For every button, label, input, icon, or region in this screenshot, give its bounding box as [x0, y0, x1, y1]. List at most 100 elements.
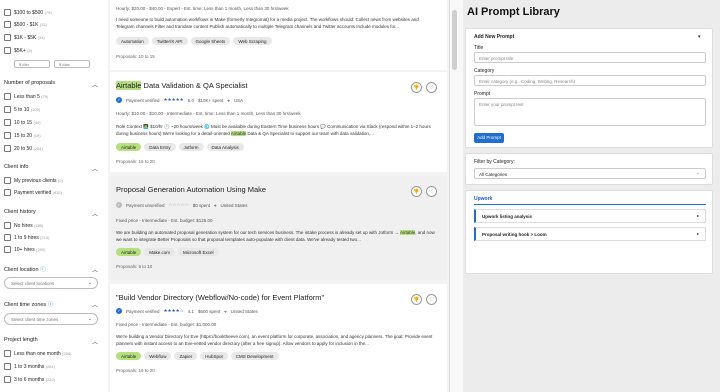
caret-right-icon: ▸	[696, 213, 699, 218]
skill-tag[interactable]: HubSpot	[200, 352, 228, 360]
filter-sidebar: $100 to $500 (79) $500 - $1K (31) $1K - …	[0, 0, 108, 392]
filter-proposals-1[interactable]: Less than 5 (75)	[4, 93, 48, 100]
job-title[interactable]: "Build Vendor Directory (Webflow/No-code…	[116, 293, 324, 302]
checkbox[interactable]	[4, 132, 11, 139]
client-location-select[interactable]: Select client locations ⌄	[4, 277, 98, 289]
filter-project-length-2[interactable]: 1 to 3 months (281)	[4, 363, 55, 370]
add-prompt-button[interactable]: Add Prompt	[474, 133, 504, 143]
chevron-up-icon[interactable]: ︿	[92, 164, 98, 173]
min-input[interactable]: $ Min	[14, 60, 50, 68]
category-input[interactable]: Enter category (e.g., Coding, Writing, R…	[474, 75, 706, 86]
chevron-up-icon[interactable]: ︿	[92, 300, 98, 309]
skill-tag[interactable]: CMS Development	[230, 352, 279, 360]
checkbox[interactable]	[4, 376, 11, 383]
prompt-item[interactable]: Upwork listing analysis ▸	[474, 209, 706, 223]
heart-icon[interactable]: ♡	[426, 82, 437, 93]
skill-tag[interactable]: Zapier	[174, 352, 198, 360]
checkbox[interactable]	[4, 350, 11, 357]
skill-tag[interactable]: Web Scraping	[233, 37, 272, 45]
skill-tag[interactable]: Airtable	[116, 352, 142, 360]
max-input[interactable]: $ Max	[54, 60, 90, 68]
filter-client-history-1[interactable]: No hires (185)	[4, 222, 43, 229]
filter-client-info-1[interactable]: My previous clients (0)	[4, 177, 63, 184]
category-select[interactable]: All Categories ⌄	[474, 168, 706, 179]
prompt-textarea[interactable]: Enter your prompt text	[474, 98, 706, 126]
job-meta: Hourly: $20.00 - $40.00 - Expert - Est. …	[116, 6, 289, 11]
prompt-item[interactable]: Proposal writing hook > Loom ▸	[474, 227, 706, 241]
job-tags: Airtable Webflow Zapier HubSpot CMS Deve…	[116, 352, 279, 360]
checkbox[interactable]	[4, 177, 11, 184]
chevron-up-icon[interactable]: ︿	[92, 209, 98, 218]
dislike-icon[interactable]: 👎	[411, 294, 422, 305]
checkbox[interactable]	[4, 106, 11, 113]
checkbox[interactable]	[4, 145, 11, 152]
job-proposals: Proposals: 10 to 15	[116, 54, 155, 59]
dislike-icon[interactable]: 👎	[411, 186, 422, 197]
checkbox[interactable]	[4, 234, 11, 241]
filter-client-history-2[interactable]: 1 to 9 hires (210)	[4, 234, 49, 241]
checkbox[interactable]	[4, 21, 11, 28]
rating-stars: ☆☆☆☆☆	[168, 202, 189, 207]
checkbox[interactable]	[4, 189, 11, 196]
filter-project-length-1[interactable]: Less than one month (258)	[4, 350, 71, 357]
job-card[interactable]: Proposal Generation Automation Using Mak…	[110, 176, 447, 280]
job-title[interactable]: Airtable Data Validation & QA Specialist	[116, 81, 248, 90]
proposals-filter-title: Number of proposals	[4, 80, 56, 86]
job-card[interactable]: Hourly: $20.00 - $40.00 - Expert - Est. …	[110, 0, 447, 70]
job-tags: Airtable Data Entry Jotform Data Analysi…	[116, 143, 244, 151]
prompt-library-panel: AI Prompt Library Add New Prompt ▾ Title…	[463, 0, 720, 392]
skill-tag[interactable]: Twitter/X API	[151, 37, 188, 45]
heart-icon[interactable]: ♡	[426, 186, 437, 197]
checkbox[interactable]	[4, 222, 11, 229]
job-card[interactable]: Airtable Data Validation & QA Specialist…	[110, 72, 447, 172]
chevron-up-icon[interactable]: ︿	[92, 80, 98, 89]
client-meta: ✓ Payment unverified ☆☆☆☆☆ $0 spent ⌖ Un…	[116, 202, 248, 208]
filter-client-history-3[interactable]: 10+ hires (290)	[4, 246, 45, 253]
checkbox[interactable]	[4, 9, 11, 16]
location-pin-icon: ⌖	[213, 202, 217, 208]
filter-budget-4[interactable]: $5K+ (8)	[4, 47, 32, 54]
checkbox[interactable]	[4, 34, 11, 41]
skill-tag[interactable]: Google Sheets	[190, 37, 231, 45]
filter-proposals-3[interactable]: 10 to 15 (44)	[4, 119, 41, 126]
filter-proposals-2[interactable]: 5 to 10 (109)	[4, 106, 40, 113]
skill-tag[interactable]: Microsoft Excel	[178, 248, 219, 256]
skill-tag[interactable]: Data Analysis	[206, 143, 244, 151]
filter-proposals-5[interactable]: 20 to 50 (204)	[4, 145, 43, 152]
skill-tag[interactable]: Automation	[116, 37, 149, 45]
checkbox[interactable]	[4, 119, 11, 126]
title-input[interactable]: Enter prompt title	[474, 52, 706, 63]
skill-tag[interactable]: Airtable	[116, 143, 142, 151]
client-time-zones-select[interactable]: Select client time zones ⌄	[4, 313, 98, 325]
filter-project-length-3[interactable]: 3 to 6 months (222)	[4, 376, 55, 383]
skill-tag[interactable]: Data Entry	[144, 143, 176, 151]
checkbox[interactable]	[4, 47, 11, 54]
info-icon[interactable]: ⓘ	[48, 302, 54, 308]
skill-tag[interactable]: Jotform	[178, 143, 204, 151]
job-proposals: Proposals: 15 to 20	[116, 159, 155, 164]
job-description: Role Context 👨‍💻 $10/hr 🕐 ~20 hours/week…	[116, 124, 431, 136]
verified-check-icon: ✓	[116, 97, 122, 103]
filter-budget-1[interactable]: $100 to $500 (79)	[4, 9, 52, 16]
divider	[474, 204, 706, 205]
filter-budget-2[interactable]: $500 - $1K (31)	[4, 21, 47, 28]
filter-client-info-2[interactable]: Payment verified (632)	[4, 189, 62, 196]
heart-icon[interactable]: ♡	[426, 294, 437, 305]
info-icon[interactable]: ⓘ	[40, 267, 46, 273]
chevron-up-icon[interactable]: ︿	[92, 265, 98, 274]
checkbox[interactable]	[4, 93, 11, 100]
skill-tag[interactable]: Make.com	[144, 248, 176, 256]
filter-budget-3[interactable]: $1K - $5K (34)	[4, 34, 45, 41]
checkbox[interactable]	[4, 363, 11, 370]
checkbox[interactable]	[4, 246, 11, 253]
scrollbar-thumb[interactable]	[452, 10, 457, 70]
collapse-icon[interactable]: ▾	[698, 34, 701, 40]
job-card[interactable]: "Build Vendor Directory (Webflow/No-code…	[110, 284, 447, 392]
chevron-up-icon[interactable]: ︿	[92, 337, 98, 346]
dislike-icon[interactable]: 👎	[411, 82, 422, 93]
skill-tag[interactable]: Airtable	[116, 248, 142, 256]
skill-tag[interactable]: Webflow	[144, 352, 172, 360]
filter-proposals-4[interactable]: 15 to 20 (19)	[4, 132, 41, 139]
job-title[interactable]: Proposal Generation Automation Using Mak…	[116, 185, 266, 194]
upwork-group: Upwork Upwork listing analysis ▸ Proposal…	[465, 190, 713, 274]
